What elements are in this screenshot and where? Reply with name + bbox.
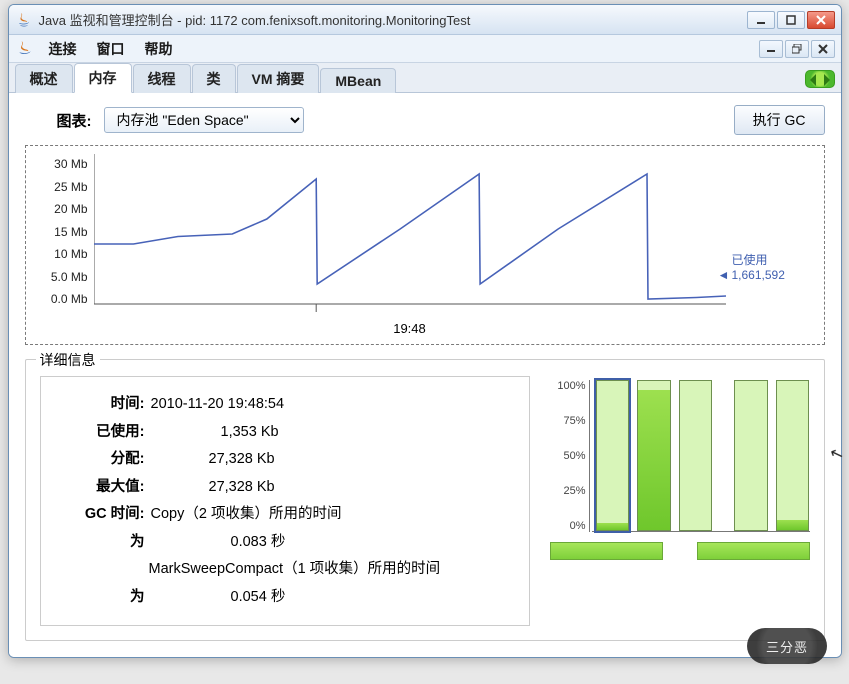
chart-x-axis: 19:48	[94, 321, 726, 336]
details-text: 时间:2010-11-20 19:48:54 已使用:1,353 Kb 分配:2…	[40, 376, 530, 626]
tab-threads[interactable]: 线程	[133, 64, 191, 93]
chart-y-axis: 30 Mb 25 Mb 20 Mb 15 Mb 10 Mb 5.0 Mb 0.0…	[34, 154, 88, 336]
menu-connect[interactable]: 连接	[39, 37, 87, 61]
memory-pool-bar[interactable]	[637, 380, 671, 531]
y-tick: 25 Mb	[54, 180, 87, 194]
menu-help[interactable]: 帮助	[135, 37, 183, 61]
tab-vm-summary[interactable]: VM 摘要	[237, 64, 320, 93]
close-button[interactable]	[807, 11, 835, 29]
bars-y-tick: 25%	[563, 485, 585, 497]
java-icon	[15, 11, 33, 29]
memory-pool-bar[interactable]	[776, 380, 810, 531]
watermark-badge: 三分恶	[747, 628, 827, 664]
bars-y-axis: 100% 75% 50% 25% 0%	[550, 380, 590, 532]
bars-legend	[550, 542, 810, 560]
java-icon	[15, 39, 35, 59]
detail-value: 1,353 Kb	[151, 419, 511, 447]
window-title: Java 监视和管理控制台 - pid: 1172 com.fenixsoft.…	[39, 10, 747, 29]
nav-arrow-icon[interactable]	[805, 70, 835, 88]
triangle-left-icon: ◄	[718, 268, 730, 282]
used-label: 已使用	[732, 251, 768, 268]
detail-value: 0.054 秒	[151, 584, 511, 612]
detail-key: 已使用:	[59, 419, 145, 447]
detail-key: 时间:	[59, 391, 145, 419]
y-tick: 10 Mb	[54, 247, 87, 261]
chart-dropdown-label: 图表:	[57, 110, 92, 131]
mdi-minimize-button[interactable]	[759, 40, 783, 58]
detail-value: 27,328 Kb	[151, 474, 511, 502]
mdi-restore-button[interactable]	[785, 40, 809, 58]
mdi-close-button[interactable]	[811, 40, 835, 58]
maximize-button[interactable]	[777, 11, 805, 29]
chart-svg	[94, 154, 726, 314]
used-value: 1,661,592	[732, 268, 785, 282]
detail-key: 为	[59, 584, 145, 612]
memory-pools-bars: 100% 75% 50% 25% 0%	[550, 376, 810, 626]
chart-plot-area[interactable]: 19:48	[94, 154, 726, 336]
memory-chart: 30 Mb 25 Mb 20 Mb 15 Mb 10 Mb 5.0 Mb 0.0…	[25, 145, 825, 345]
y-tick: 5.0 Mb	[51, 270, 88, 284]
tab-overview[interactable]: 概述	[15, 64, 73, 93]
titlebar: Java 监视和管理控制台 - pid: 1172 com.fenixsoft.…	[9, 5, 841, 35]
menu-window[interactable]: 窗口	[87, 37, 135, 61]
heap-swatch[interactable]	[550, 542, 663, 560]
memory-pool-bar[interactable]	[679, 380, 713, 531]
tab-mbean[interactable]: MBean	[320, 68, 396, 93]
detail-value: MarkSweepCompact（1 项收集）所用的时间	[149, 556, 511, 584]
bars-area	[592, 380, 810, 532]
detail-key: 分配:	[59, 446, 145, 474]
detail-key: GC 时间:	[59, 501, 145, 529]
y-tick: 0.0 Mb	[51, 292, 88, 306]
nonheap-swatch[interactable]	[697, 542, 810, 560]
detail-value: 0.083 秒	[151, 529, 511, 557]
y-tick: 20 Mb	[54, 202, 87, 216]
detail-value: 27,328 Kb	[151, 446, 511, 474]
tab-classes[interactable]: 类	[192, 64, 236, 93]
bars-y-tick: 50%	[563, 450, 585, 462]
bars-y-tick: 100%	[557, 380, 585, 392]
details-legend: 详细信息	[36, 350, 100, 370]
perform-gc-button[interactable]: 执行 GC	[734, 105, 825, 135]
chart-dropdown[interactable]: 内存池 "Eden Space"	[104, 107, 304, 133]
memory-pool-bar[interactable]	[734, 380, 768, 531]
detail-value: Copy（2 项收集）所用的时间	[151, 501, 511, 529]
chart-controls: 图表: 内存池 "Eden Space" 执行 GC	[25, 105, 825, 135]
tabbar: 概述 内存 线程 类 VM 摘要 MBean	[9, 63, 841, 93]
memory-pool-bar[interactable]	[596, 380, 630, 531]
window-controls	[747, 11, 835, 29]
detail-value: 2010-11-20 19:48:54	[151, 391, 511, 419]
minimize-button[interactable]	[747, 11, 775, 29]
content-area: 图表: 内存池 "Eden Space" 执行 GC 30 Mb 25 Mb 2…	[9, 93, 841, 657]
jconsole-window: Java 监视和管理控制台 - pid: 1172 com.fenixsoft.…	[8, 4, 842, 658]
x-tick: 19:48	[393, 321, 426, 336]
y-tick: 15 Mb	[54, 225, 87, 239]
tab-memory[interactable]: 内存	[74, 63, 132, 93]
y-tick: 30 Mb	[54, 157, 87, 171]
bars-y-tick: 75%	[563, 415, 585, 427]
bars-y-tick: 0%	[570, 520, 586, 532]
detail-key: 最大值:	[59, 474, 145, 502]
chart-current-value: ◄ 已使用 1,661,592	[732, 154, 810, 336]
menubar: 连接 窗口 帮助	[9, 35, 841, 63]
detail-key: 为	[59, 529, 145, 557]
details-panel: 详细信息 时间:2010-11-20 19:48:54 已使用:1,353 Kb…	[25, 359, 825, 641]
